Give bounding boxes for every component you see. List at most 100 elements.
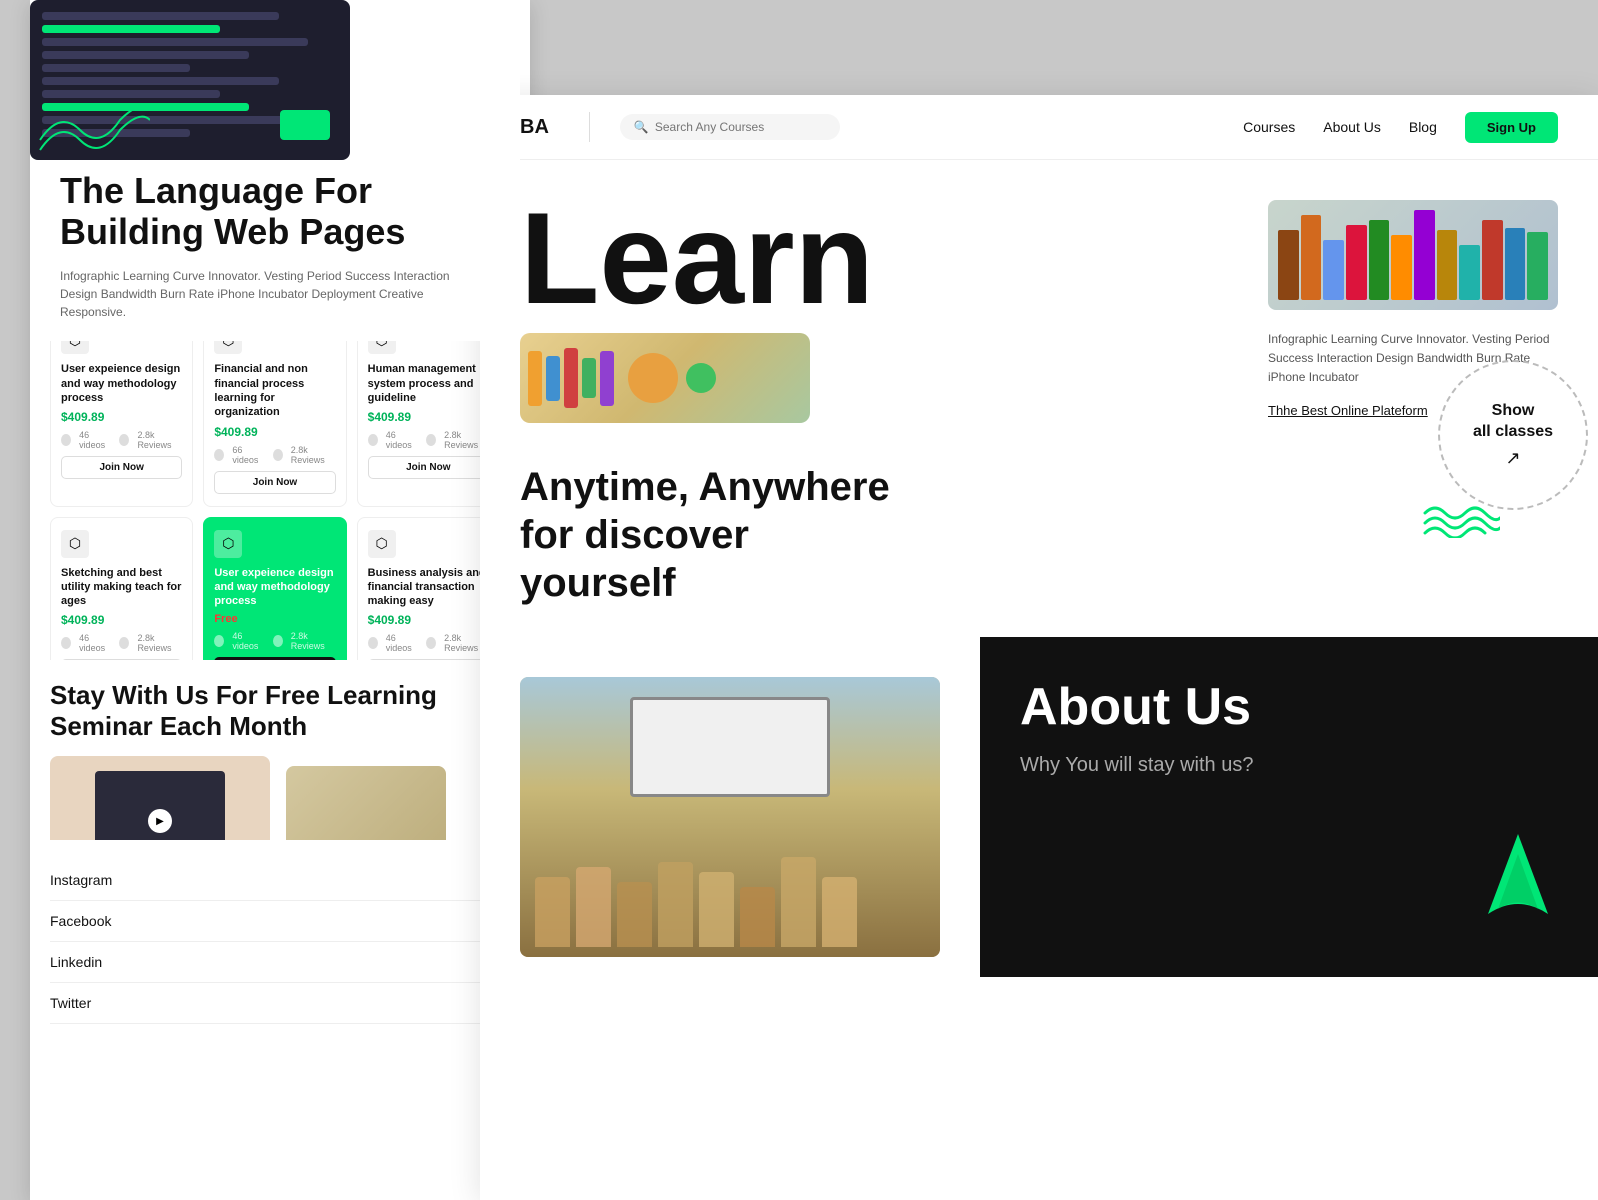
course-price-6: $409.89 <box>368 613 489 627</box>
course-name-2: Financial and non financial process lear… <box>214 362 335 419</box>
css-card-description: Infographic Learning Curve Innovator. Ve… <box>60 267 490 321</box>
course-meta-6: 46 videos 2.8k Reviews <box>368 633 489 653</box>
supply-item <box>600 351 614 406</box>
search-input[interactable] <box>655 120 810 134</box>
arrow-icon: ↗ <box>1505 448 1520 469</box>
squiggle-decor <box>30 80 150 160</box>
course-card-2: ⬡ Financial and non financial process le… <box>203 313 346 506</box>
course-icon-4: ⬡ <box>61 530 89 558</box>
nav-link-blog[interactable]: Blog <box>1409 119 1437 135</box>
green-decor <box>1478 824 1558 937</box>
classroom-image <box>520 677 940 957</box>
nav-link-courses[interactable]: Courses <box>1243 119 1295 135</box>
join-button-3[interactable]: Join Now <box>368 456 489 479</box>
student-6 <box>740 887 775 947</box>
nav-divider <box>589 112 590 142</box>
book-spine <box>1414 210 1435 300</box>
supply-item <box>546 356 560 401</box>
course-meta-5: 46 videos 2.8k Reviews <box>214 631 335 651</box>
search-icon: 🔍 <box>634 120 649 134</box>
code-card <box>30 0 350 160</box>
student-3 <box>617 882 652 947</box>
search-bar[interactable]: 🔍 <box>620 114 840 140</box>
green-blob <box>280 110 330 140</box>
book-spine <box>1346 225 1367 300</box>
course-meta-2: 66 videos 2.8k Reviews <box>214 445 335 465</box>
students-row <box>520 857 940 947</box>
join-button-1[interactable]: Join Now <box>61 456 182 479</box>
book-spine <box>1323 240 1344 300</box>
course-grid: ⬡ User expeience design and way methodol… <box>50 313 500 695</box>
course-price-3: $409.89 <box>368 410 489 424</box>
supply-item <box>582 358 596 398</box>
meta-dot <box>61 637 71 649</box>
meta-dot <box>214 449 224 461</box>
left-panel: The Language For Building Web Pages Info… <box>30 0 530 1200</box>
meta-dot <box>368 434 378 446</box>
code-line <box>42 38 308 46</box>
join-button-2[interactable]: Join Now <box>214 471 335 494</box>
wave-icon <box>1420 498 1500 538</box>
course-meta-3: 46 videos 2.8k Reviews <box>368 430 489 450</box>
social-link-twitter[interactable]: Twitter <box>50 983 500 1024</box>
meta-dot <box>426 434 436 446</box>
book-spine <box>1505 228 1526 300</box>
social-link-linkedin[interactable]: Linkedin <box>50 942 500 983</box>
course-name-4: Sketching and best utility making teach … <box>61 566 182 609</box>
book-spine <box>1437 230 1458 300</box>
best-platform-link[interactable]: Thhe Best Online Plateform <box>1268 403 1428 418</box>
course-meta-1: 46 videos 2.8k Reviews <box>61 430 182 450</box>
course-price-2: $409.89 <box>214 425 335 439</box>
book-spine <box>1391 235 1412 300</box>
show-all-text: Showall classes <box>1473 401 1553 443</box>
meta-dot <box>119 637 129 649</box>
course-name-6: Business analysis and financial transact… <box>368 566 489 609</box>
whiteboard <box>630 697 830 797</box>
course-icon-6: ⬡ <box>368 530 396 558</box>
paint-circle <box>686 363 716 393</box>
supply-item <box>564 348 578 408</box>
meta-dot <box>273 635 283 647</box>
social-link-facebook[interactable]: Facebook <box>50 901 500 942</box>
social-link-instagram[interactable]: Instagram <box>50 860 500 901</box>
green-shape-icon <box>1478 824 1558 924</box>
hero-images <box>520 333 1228 423</box>
meta-dot <box>273 449 283 461</box>
code-line <box>42 64 190 72</box>
student-2 <box>576 867 611 947</box>
hero-title: Learn <box>520 200 1228 317</box>
show-all-circle[interactable]: Showall classes ↗ <box>1438 360 1588 510</box>
supply-item <box>528 351 542 406</box>
social-links-section: Instagram Facebook Linkedin Twitter <box>30 840 520 1044</box>
book-spine <box>1301 215 1322 300</box>
code-line <box>42 12 279 20</box>
book-spine <box>1482 220 1503 300</box>
student-5 <box>699 872 734 947</box>
course-price-4: $409.89 <box>61 613 182 627</box>
hero-arts-image <box>520 333 810 423</box>
bottom-section: About Us Why You will stay with us? <box>480 637 1598 977</box>
meta-dot <box>426 637 436 649</box>
nav-link-about[interactable]: About Us <box>1323 119 1381 135</box>
hero-left: Learn <box>520 200 1228 423</box>
code-line <box>42 25 220 33</box>
nav-links: Courses About Us Blog Sign Up <box>1243 112 1558 143</box>
student-8 <box>822 877 857 947</box>
logo: BA <box>520 116 549 139</box>
course-card-1: ⬡ User expeience design and way methodol… <box>50 313 193 506</box>
bookshelf-books <box>1278 210 1548 300</box>
play-button[interactable]: ▶ <box>148 809 172 833</box>
book-spine <box>1459 245 1480 300</box>
about-title: About Us <box>1020 677 1558 737</box>
signup-button[interactable]: Sign Up <box>1465 112 1558 143</box>
meta-dot <box>61 434 71 446</box>
course-name-5: User expeience design and way methodolog… <box>214 566 335 609</box>
free-badge: Free <box>214 613 335 625</box>
paint-palette <box>628 353 678 403</box>
classroom-container <box>500 657 960 957</box>
about-section: About Us Why You will stay with us? <box>980 637 1598 977</box>
right-panel: BA 🔍 Courses About Us Blog Sign Up Learn <box>480 95 1598 1200</box>
meta-dot <box>119 434 129 446</box>
student-1 <box>535 877 570 947</box>
about-description: Why You will stay with us? <box>1020 751 1558 779</box>
